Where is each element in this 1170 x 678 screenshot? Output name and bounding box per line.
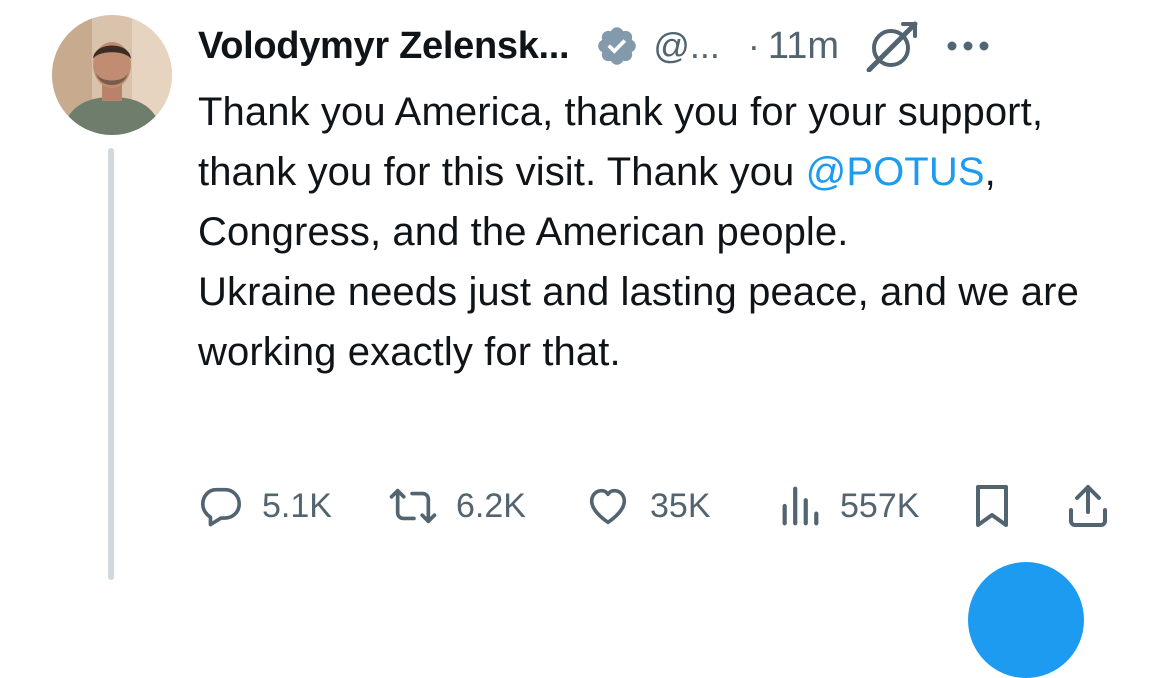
repost-count: 6.2K [456, 486, 526, 525]
author-handle[interactable]: @... [653, 25, 720, 67]
compose-button[interactable] [968, 562, 1084, 678]
author-name[interactable]: Volodymyr Zelensk... [198, 25, 570, 68]
reply-button[interactable]: 5.1K [198, 478, 332, 534]
share-button[interactable] [1066, 478, 1110, 534]
reply-count: 5.1K [262, 486, 332, 525]
separator-dot: · [747, 25, 760, 66]
views-count: 557K [840, 486, 920, 525]
verified-badge-icon[interactable] [595, 24, 639, 68]
like-count: 35K [650, 486, 711, 525]
avatar[interactable] [52, 15, 172, 135]
bookmark-button[interactable] [972, 478, 1012, 534]
tweet-header: Volodymyr Zelensk... @... · 11m [198, 18, 1128, 74]
grok-icon[interactable] [861, 20, 921, 73]
bookmark-icon [972, 482, 1012, 530]
views-button[interactable]: 557K [778, 478, 919, 534]
repost-button[interactable]: 6.2K [388, 478, 526, 534]
action-bar: 5.1K 6.2K 35K 557K [198, 478, 1128, 534]
tweet-paragraph-1: Thank you America, thank you for your su… [198, 82, 1128, 262]
share-icon [1066, 482, 1110, 530]
tweet-paragraph-2: Ukraine needs just and lasting peace, an… [198, 270, 1079, 374]
mention-link[interactable]: @POTUS [806, 150, 985, 194]
like-button[interactable]: 35K [584, 478, 711, 534]
thread-line [108, 148, 114, 580]
more-icon[interactable] [945, 36, 991, 56]
tweet-text: Thank you America, thank you for your su… [198, 82, 1128, 382]
views-icon [778, 483, 822, 529]
repost-icon [388, 483, 438, 529]
reply-icon [198, 483, 244, 529]
avatar-image [52, 15, 172, 135]
timestamp[interactable]: 11m [768, 25, 839, 68]
heart-icon [584, 483, 632, 529]
